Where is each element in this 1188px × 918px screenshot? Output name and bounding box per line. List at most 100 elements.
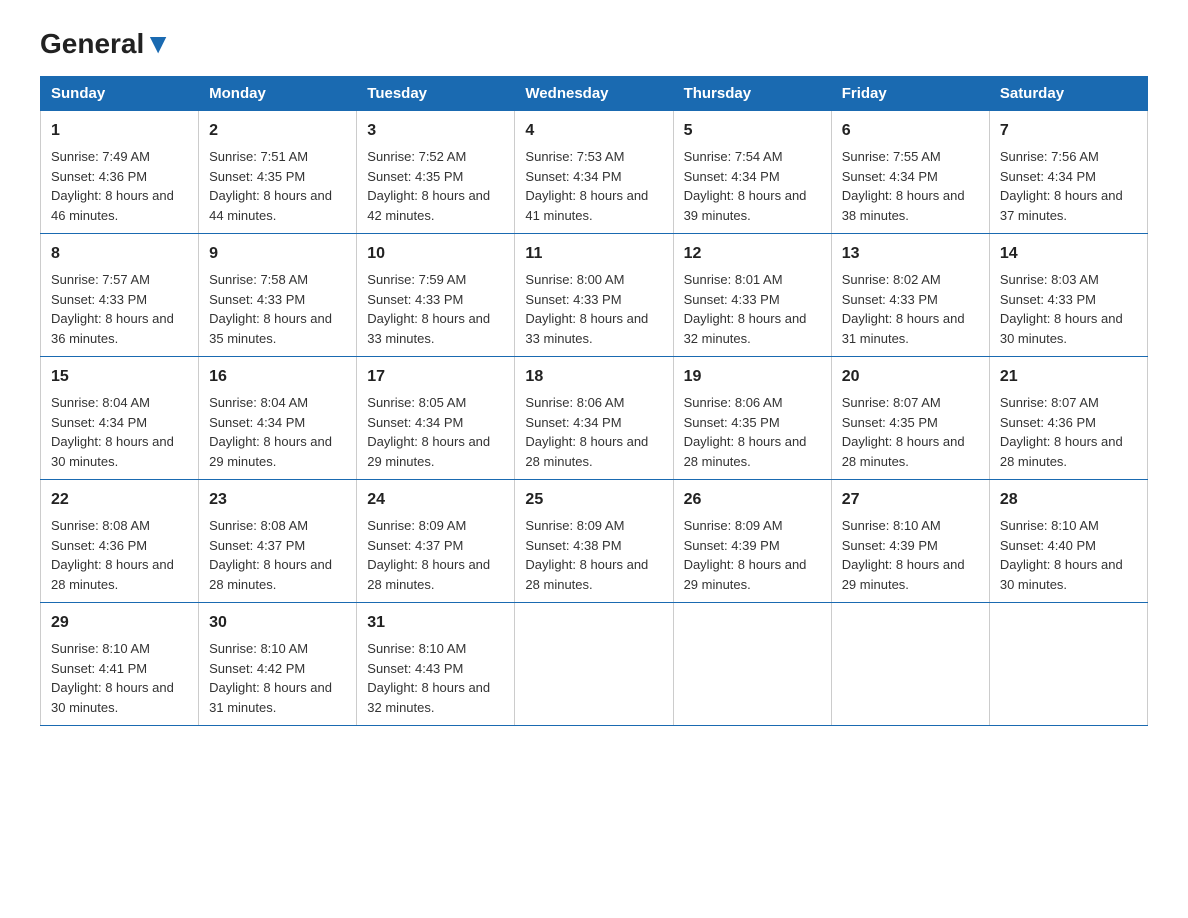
day-number: 5 [684, 119, 821, 143]
day-number: 28 [1000, 488, 1137, 512]
day-info: Sunrise: 8:06 AMSunset: 4:35 PMDaylight:… [684, 395, 807, 469]
calendar-cell: 20 Sunrise: 8:07 AMSunset: 4:35 PMDaylig… [831, 357, 989, 480]
day-number: 31 [367, 611, 504, 635]
day-info: Sunrise: 8:07 AMSunset: 4:35 PMDaylight:… [842, 395, 965, 469]
calendar-cell: 15 Sunrise: 8:04 AMSunset: 4:34 PMDaylig… [41, 357, 199, 480]
day-info: Sunrise: 8:10 AMSunset: 4:39 PMDaylight:… [842, 518, 965, 592]
day-number: 23 [209, 488, 346, 512]
calendar-header-row: SundayMondayTuesdayWednesdayThursdayFrid… [41, 77, 1148, 111]
day-info: Sunrise: 8:06 AMSunset: 4:34 PMDaylight:… [525, 395, 648, 469]
calendar-cell: 17 Sunrise: 8:05 AMSunset: 4:34 PMDaylig… [357, 357, 515, 480]
day-number: 19 [684, 365, 821, 389]
day-header-saturday: Saturday [989, 77, 1147, 111]
day-info: Sunrise: 8:05 AMSunset: 4:34 PMDaylight:… [367, 395, 490, 469]
logo-triangle-icon: ▼ [144, 28, 172, 59]
logo-text: General▼ [40, 30, 172, 58]
day-number: 15 [51, 365, 188, 389]
day-header-friday: Friday [831, 77, 989, 111]
day-info: Sunrise: 8:03 AMSunset: 4:33 PMDaylight:… [1000, 272, 1123, 346]
day-info: Sunrise: 8:01 AMSunset: 4:33 PMDaylight:… [684, 272, 807, 346]
day-info: Sunrise: 8:09 AMSunset: 4:37 PMDaylight:… [367, 518, 490, 592]
day-number: 12 [684, 242, 821, 266]
day-info: Sunrise: 8:04 AMSunset: 4:34 PMDaylight:… [209, 395, 332, 469]
calendar-cell: 12 Sunrise: 8:01 AMSunset: 4:33 PMDaylig… [673, 234, 831, 357]
day-number: 26 [684, 488, 821, 512]
day-number: 14 [1000, 242, 1137, 266]
calendar-cell: 14 Sunrise: 8:03 AMSunset: 4:33 PMDaylig… [989, 234, 1147, 357]
day-header-wednesday: Wednesday [515, 77, 673, 111]
day-number: 27 [842, 488, 979, 512]
day-header-tuesday: Tuesday [357, 77, 515, 111]
day-header-monday: Monday [199, 77, 357, 111]
calendar-cell: 24 Sunrise: 8:09 AMSunset: 4:37 PMDaylig… [357, 480, 515, 603]
day-number: 11 [525, 242, 662, 266]
day-info: Sunrise: 7:54 AMSunset: 4:34 PMDaylight:… [684, 149, 807, 223]
calendar-cell: 26 Sunrise: 8:09 AMSunset: 4:39 PMDaylig… [673, 480, 831, 603]
calendar-table: SundayMondayTuesdayWednesdayThursdayFrid… [40, 76, 1148, 726]
day-info: Sunrise: 7:56 AMSunset: 4:34 PMDaylight:… [1000, 149, 1123, 223]
day-number: 8 [51, 242, 188, 266]
calendar-cell: 6 Sunrise: 7:55 AMSunset: 4:34 PMDayligh… [831, 111, 989, 234]
calendar-cell: 8 Sunrise: 7:57 AMSunset: 4:33 PMDayligh… [41, 234, 199, 357]
calendar-cell: 13 Sunrise: 8:02 AMSunset: 4:33 PMDaylig… [831, 234, 989, 357]
calendar-cell: 21 Sunrise: 8:07 AMSunset: 4:36 PMDaylig… [989, 357, 1147, 480]
day-number: 17 [367, 365, 504, 389]
day-info: Sunrise: 8:07 AMSunset: 4:36 PMDaylight:… [1000, 395, 1123, 469]
day-info: Sunrise: 8:10 AMSunset: 4:40 PMDaylight:… [1000, 518, 1123, 592]
day-number: 24 [367, 488, 504, 512]
calendar-cell: 28 Sunrise: 8:10 AMSunset: 4:40 PMDaylig… [989, 480, 1147, 603]
calendar-cell: 2 Sunrise: 7:51 AMSunset: 4:35 PMDayligh… [199, 111, 357, 234]
page-header: General▼ [40, 30, 1148, 60]
calendar-cell: 29 Sunrise: 8:10 AMSunset: 4:41 PMDaylig… [41, 603, 199, 726]
calendar-cell: 11 Sunrise: 8:00 AMSunset: 4:33 PMDaylig… [515, 234, 673, 357]
calendar-cell: 9 Sunrise: 7:58 AMSunset: 4:33 PMDayligh… [199, 234, 357, 357]
day-info: Sunrise: 7:49 AMSunset: 4:36 PMDaylight:… [51, 149, 174, 223]
calendar-cell: 23 Sunrise: 8:08 AMSunset: 4:37 PMDaylig… [199, 480, 357, 603]
day-header-sunday: Sunday [41, 77, 199, 111]
day-number: 9 [209, 242, 346, 266]
calendar-cell: 22 Sunrise: 8:08 AMSunset: 4:36 PMDaylig… [41, 480, 199, 603]
day-number: 13 [842, 242, 979, 266]
calendar-cell: 25 Sunrise: 8:09 AMSunset: 4:38 PMDaylig… [515, 480, 673, 603]
week-row-4: 22 Sunrise: 8:08 AMSunset: 4:36 PMDaylig… [41, 480, 1148, 603]
day-info: Sunrise: 7:51 AMSunset: 4:35 PMDaylight:… [209, 149, 332, 223]
calendar-cell [515, 603, 673, 726]
calendar-cell [673, 603, 831, 726]
day-number: 16 [209, 365, 346, 389]
day-info: Sunrise: 8:10 AMSunset: 4:43 PMDaylight:… [367, 641, 490, 715]
calendar-cell [831, 603, 989, 726]
day-header-thursday: Thursday [673, 77, 831, 111]
day-info: Sunrise: 8:08 AMSunset: 4:37 PMDaylight:… [209, 518, 332, 592]
calendar-cell: 27 Sunrise: 8:10 AMSunset: 4:39 PMDaylig… [831, 480, 989, 603]
day-number: 10 [367, 242, 504, 266]
day-info: Sunrise: 8:00 AMSunset: 4:33 PMDaylight:… [525, 272, 648, 346]
calendar-cell: 16 Sunrise: 8:04 AMSunset: 4:34 PMDaylig… [199, 357, 357, 480]
day-number: 30 [209, 611, 346, 635]
logo: General▼ [40, 30, 172, 60]
day-number: 29 [51, 611, 188, 635]
day-info: Sunrise: 8:10 AMSunset: 4:41 PMDaylight:… [51, 641, 174, 715]
calendar-cell: 1 Sunrise: 7:49 AMSunset: 4:36 PMDayligh… [41, 111, 199, 234]
day-number: 20 [842, 365, 979, 389]
day-number: 21 [1000, 365, 1137, 389]
day-info: Sunrise: 7:59 AMSunset: 4:33 PMDaylight:… [367, 272, 490, 346]
calendar-cell: 7 Sunrise: 7:56 AMSunset: 4:34 PMDayligh… [989, 111, 1147, 234]
day-info: Sunrise: 8:09 AMSunset: 4:38 PMDaylight:… [525, 518, 648, 592]
calendar-cell: 19 Sunrise: 8:06 AMSunset: 4:35 PMDaylig… [673, 357, 831, 480]
calendar-cell: 18 Sunrise: 8:06 AMSunset: 4:34 PMDaylig… [515, 357, 673, 480]
day-number: 4 [525, 119, 662, 143]
day-number: 1 [51, 119, 188, 143]
week-row-3: 15 Sunrise: 8:04 AMSunset: 4:34 PMDaylig… [41, 357, 1148, 480]
day-info: Sunrise: 7:58 AMSunset: 4:33 PMDaylight:… [209, 272, 332, 346]
day-info: Sunrise: 8:09 AMSunset: 4:39 PMDaylight:… [684, 518, 807, 592]
calendar-cell: 30 Sunrise: 8:10 AMSunset: 4:42 PMDaylig… [199, 603, 357, 726]
day-info: Sunrise: 8:10 AMSunset: 4:42 PMDaylight:… [209, 641, 332, 715]
day-info: Sunrise: 8:02 AMSunset: 4:33 PMDaylight:… [842, 272, 965, 346]
day-number: 7 [1000, 119, 1137, 143]
day-number: 25 [525, 488, 662, 512]
calendar-cell: 4 Sunrise: 7:53 AMSunset: 4:34 PMDayligh… [515, 111, 673, 234]
calendar-cell [989, 603, 1147, 726]
week-row-2: 8 Sunrise: 7:57 AMSunset: 4:33 PMDayligh… [41, 234, 1148, 357]
calendar-cell: 31 Sunrise: 8:10 AMSunset: 4:43 PMDaylig… [357, 603, 515, 726]
week-row-5: 29 Sunrise: 8:10 AMSunset: 4:41 PMDaylig… [41, 603, 1148, 726]
